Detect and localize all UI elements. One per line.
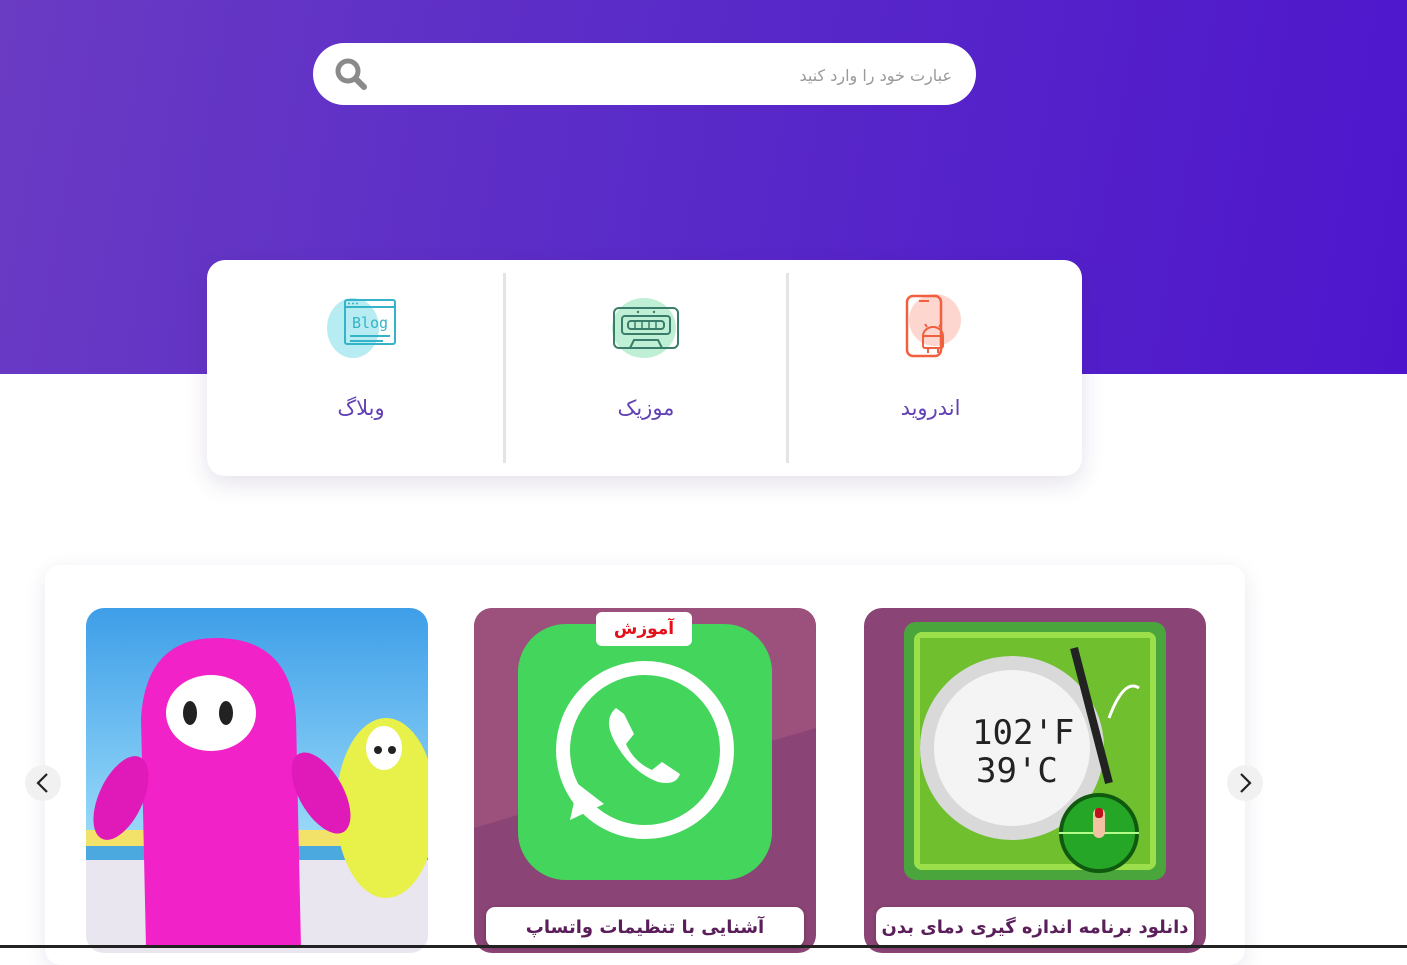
search-bar <box>313 43 976 107</box>
search-button[interactable] <box>331 55 371 95</box>
category-label: اندروید <box>900 396 961 420</box>
slider-next-button[interactable] <box>1227 765 1263 801</box>
chevron-left-icon <box>36 773 48 793</box>
android-phone-icon <box>905 294 961 358</box>
temperature-celsius: 39'C <box>976 751 1058 791</box>
post-badge: آموزش <box>596 612 692 646</box>
category-label: موزیک <box>617 396 675 420</box>
category-label: وبلاگ <box>337 396 385 420</box>
search-input[interactable] <box>390 43 954 107</box>
category-card: Blog وبلاگ موزیک اندروید <box>207 260 1082 476</box>
category-android[interactable]: اندروید <box>789 260 1072 476</box>
blog-icon: Blog <box>327 298 396 358</box>
post-title: آشنایی با تنظیمات واتساپ <box>486 907 804 947</box>
search-icon <box>335 58 367 90</box>
whatsapp-image <box>474 608 816 953</box>
category-blog[interactable]: Blog وبلاگ <box>217 260 505 476</box>
chevron-right-icon <box>1240 773 1252 793</box>
svg-text:Blog: Blog <box>352 314 388 332</box>
category-music[interactable]: موزیک <box>506 260 786 476</box>
post-card-game[interactable] <box>86 608 428 953</box>
cassette-icon <box>612 298 679 358</box>
slider-prev-button[interactable] <box>25 765 61 801</box>
post-title: دانلود برنامه اندازه گیری دمای بدن <box>876 907 1194 947</box>
temperature-fahrenheit: 102'F <box>972 713 1075 753</box>
post-card-thermometer[interactable]: 102'F 39'C دانلود برنامه اندازه گیری دما… <box>864 608 1206 953</box>
game-characters-image <box>86 608 428 953</box>
post-card-whatsapp[interactable]: آموزش آشنایی با تنظیمات واتساپ <box>474 608 816 953</box>
